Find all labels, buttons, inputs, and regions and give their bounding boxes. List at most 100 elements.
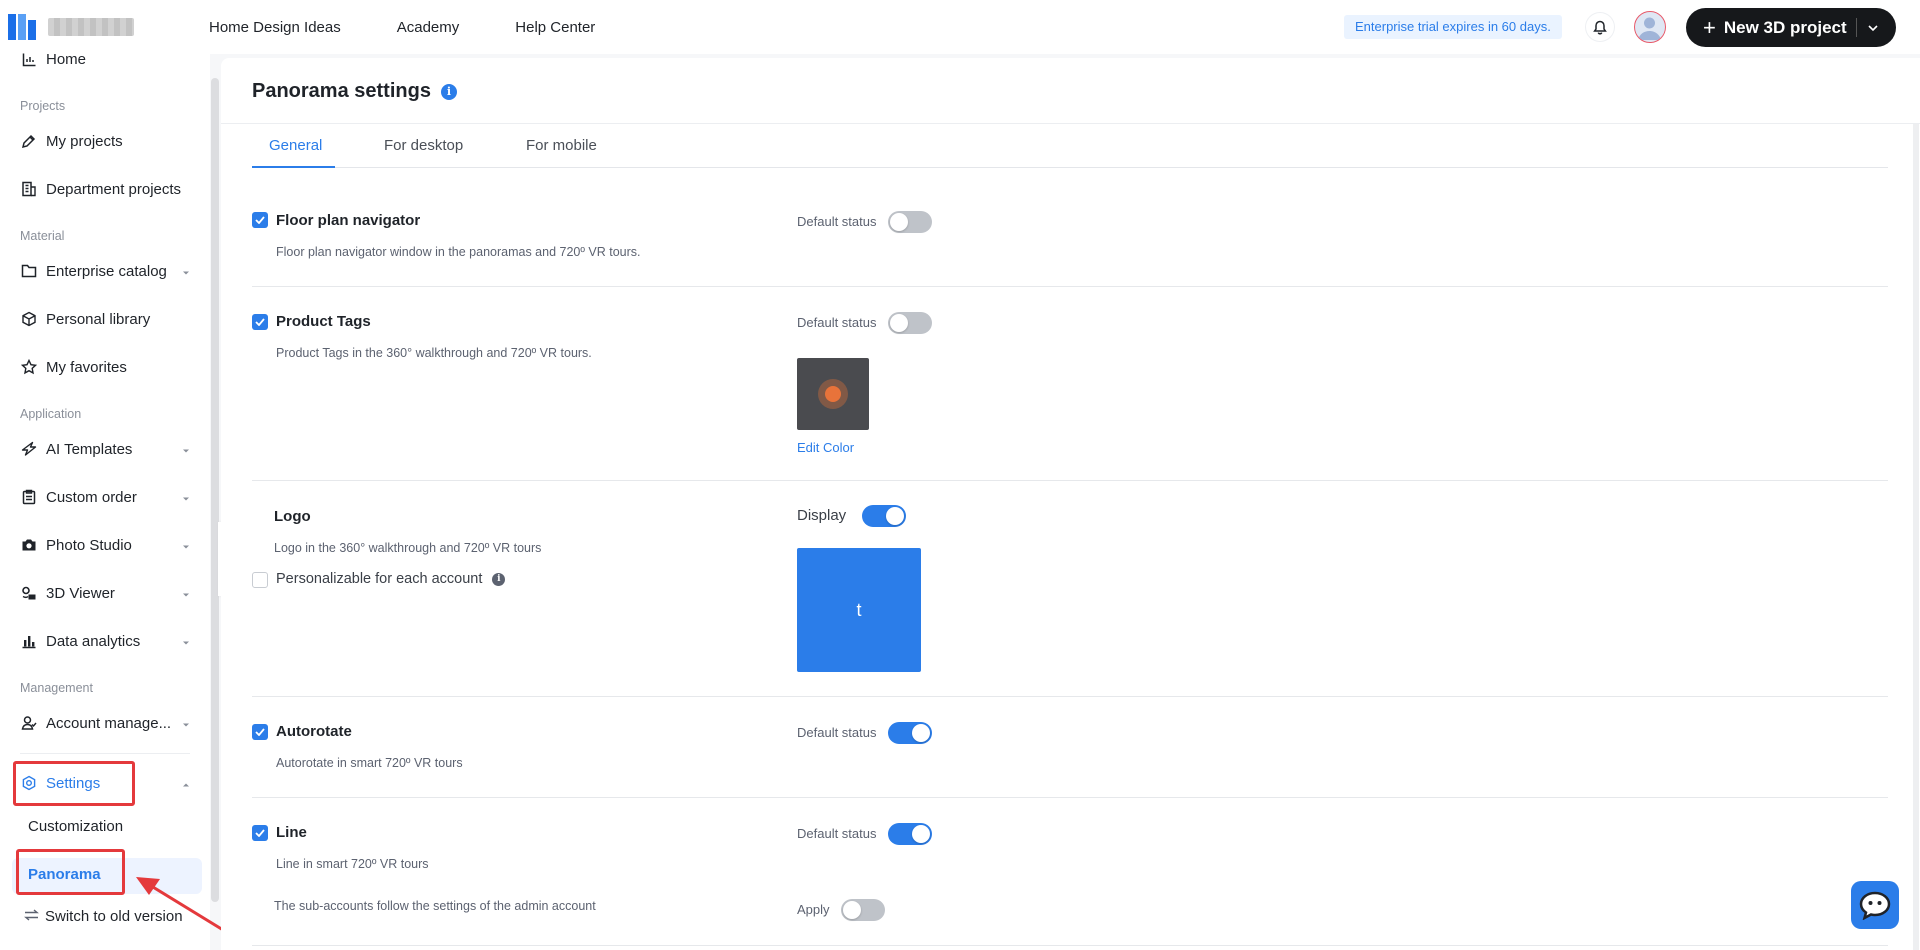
highlight-panorama <box>16 849 125 895</box>
personalizable-option: Personalizable for each account i <box>276 571 506 587</box>
sidebar-item-label: My projects <box>46 132 123 150</box>
product-tag-preview[interactable] <box>797 358 869 430</box>
page-header: Panorama settings i <box>221 58 1920 124</box>
chevron-up-icon <box>182 775 190 792</box>
row-divider <box>252 480 1888 481</box>
floor-plan-status-label: Default status <box>797 214 877 229</box>
sidebar-item-label: 3D Viewer <box>46 584 115 602</box>
section-material: Material <box>20 229 65 243</box>
highlight-settings <box>13 761 135 806</box>
edit-icon <box>20 132 38 150</box>
line-desc: Line in smart 720º VR tours <box>276 857 429 871</box>
floor-plan-title: Floor plan navigator <box>276 212 421 229</box>
sidebar-subitem-customization[interactable]: Customization <box>28 818 123 835</box>
sidebar-item-custom-order[interactable]: Custom order <box>20 482 190 512</box>
tab-for-desktop[interactable]: For desktop <box>384 124 463 168</box>
brand-logo-icon[interactable] <box>8 12 38 42</box>
section-management: Management <box>20 681 93 695</box>
chat-bubble-icon <box>1859 891 1891 920</box>
product-tags-checkbox[interactable] <box>252 314 268 330</box>
sidebar-scrollbar[interactable] <box>211 78 219 902</box>
logo-preview[interactable]: t <box>797 548 921 672</box>
line-status-label: Default status <box>797 826 877 841</box>
sidebar-item-label: AI Templates <box>46 440 133 458</box>
users-icon <box>20 714 38 732</box>
sidebar-item-data-analytics[interactable]: Data analytics <box>20 626 190 656</box>
line-toggle[interactable] <box>888 823 932 845</box>
tab-general[interactable]: General <box>269 124 322 168</box>
autorotate-desc: Autorotate in smart 720º VR tours <box>276 756 463 770</box>
bell-icon[interactable] <box>1586 13 1614 41</box>
sidebar-item-photo-studio[interactable]: Photo Studio <box>20 530 190 560</box>
trial-badge[interactable]: Enterprise trial expires in 60 days. <box>1344 15 1562 39</box>
page-title-text: Panorama settings <box>252 80 431 102</box>
bar-chart-icon <box>20 632 38 650</box>
floor-plan-toggle[interactable] <box>888 211 932 233</box>
line-checkbox[interactable] <box>252 825 268 841</box>
chevron-down-icon <box>182 537 190 554</box>
personalizable-checkbox[interactable] <box>252 572 268 588</box>
star-icon <box>20 358 38 376</box>
viewer-3d-icon <box>20 584 38 602</box>
content-scrollbar[interactable] <box>1913 124 1919 950</box>
sidebar-item-personal-library[interactable]: Personal library <box>20 304 150 334</box>
top-bar: Home Design Ideas Academy Help Center En… <box>0 0 1920 54</box>
new-3d-project-button[interactable]: + New 3D project <box>1686 8 1896 47</box>
nav-help-center[interactable]: Help Center <box>515 19 595 36</box>
chevron-down-icon <box>182 489 190 506</box>
building-icon <box>20 180 38 198</box>
page-title: Panorama settings i <box>252 80 457 103</box>
sidebar-item-label: Enterprise catalog <box>46 262 167 280</box>
new-3d-project-label: New 3D project <box>1723 17 1847 37</box>
logo-preview-text: t <box>856 599 862 620</box>
edit-color-link[interactable]: Edit Color <box>797 440 854 455</box>
floor-plan-checkbox[interactable] <box>252 212 268 228</box>
apply-toggle[interactable] <box>841 899 885 921</box>
sidebar-item-3d-viewer[interactable]: 3D Viewer <box>20 578 190 608</box>
sidebar-item-account-management[interactable]: Account manage... <box>20 708 190 738</box>
product-tags-toggle[interactable] <box>888 312 932 334</box>
chevron-down-icon <box>182 585 190 602</box>
clipboard-icon <box>20 488 38 506</box>
section-projects: Projects <box>20 99 66 113</box>
product-tags-title: Product Tags <box>276 313 371 330</box>
brand-name-blurred <box>48 18 134 36</box>
logo-display-label: Display <box>797 507 847 524</box>
product-tags-status-label: Default status <box>797 315 877 330</box>
chat-support-button[interactable] <box>1851 881 1899 929</box>
folder-icon <box>20 262 38 280</box>
autorotate-toggle[interactable] <box>888 722 932 744</box>
row-divider <box>252 286 1888 287</box>
user-avatar[interactable] <box>1634 11 1666 43</box>
autorotate-status-label: Default status <box>797 725 877 740</box>
sidebar-item-label: Account manage... <box>46 714 172 732</box>
sidebar-item-ai-templates[interactable]: AI Templates <box>20 434 190 464</box>
floor-plan-desc: Floor plan navigator window in the panor… <box>276 245 641 259</box>
nav-academy[interactable]: Academy <box>397 19 460 36</box>
row-divider <box>252 945 1888 946</box>
tag-dot-icon <box>825 386 841 402</box>
personalizable-label: Personalizable for each account <box>276 571 483 587</box>
sidebar-item-my-projects[interactable]: My projects <box>20 126 123 156</box>
main-content: Panorama settings i General For desktop … <box>221 58 1920 950</box>
info-icon[interactable]: i <box>440 83 457 100</box>
line-title: Line <box>276 824 307 841</box>
logo-display-toggle[interactable] <box>862 505 906 527</box>
sidebar-item-label: Personal library <box>46 310 151 328</box>
info-icon[interactable]: i <box>492 572 506 586</box>
sidebar-item-department-projects[interactable]: Department projects <box>20 174 181 204</box>
tab-for-mobile[interactable]: For mobile <box>526 124 597 168</box>
nav-home-design-ideas[interactable]: Home Design Ideas <box>209 19 341 36</box>
sidebar-item-my-favorites[interactable]: My favorites <box>20 352 127 382</box>
chevron-down-icon <box>182 441 190 458</box>
sidebar-item-home[interactable]: Home <box>20 44 86 74</box>
sidebar-item-enterprise-catalog[interactable]: Enterprise catalog <box>20 256 190 286</box>
chevron-down-icon <box>182 715 190 732</box>
section-application: Application <box>20 407 82 421</box>
product-tags-desc: Product Tags in the 360° walkthrough and… <box>276 346 592 360</box>
autorotate-checkbox[interactable] <box>252 724 268 740</box>
switch-old-version-link[interactable]: Switch to old version <box>24 908 183 925</box>
active-tab-indicator <box>252 166 335 168</box>
chevron-down-icon[interactable] <box>1866 20 1880 40</box>
sidebar-item-label: Home <box>46 50 87 68</box>
